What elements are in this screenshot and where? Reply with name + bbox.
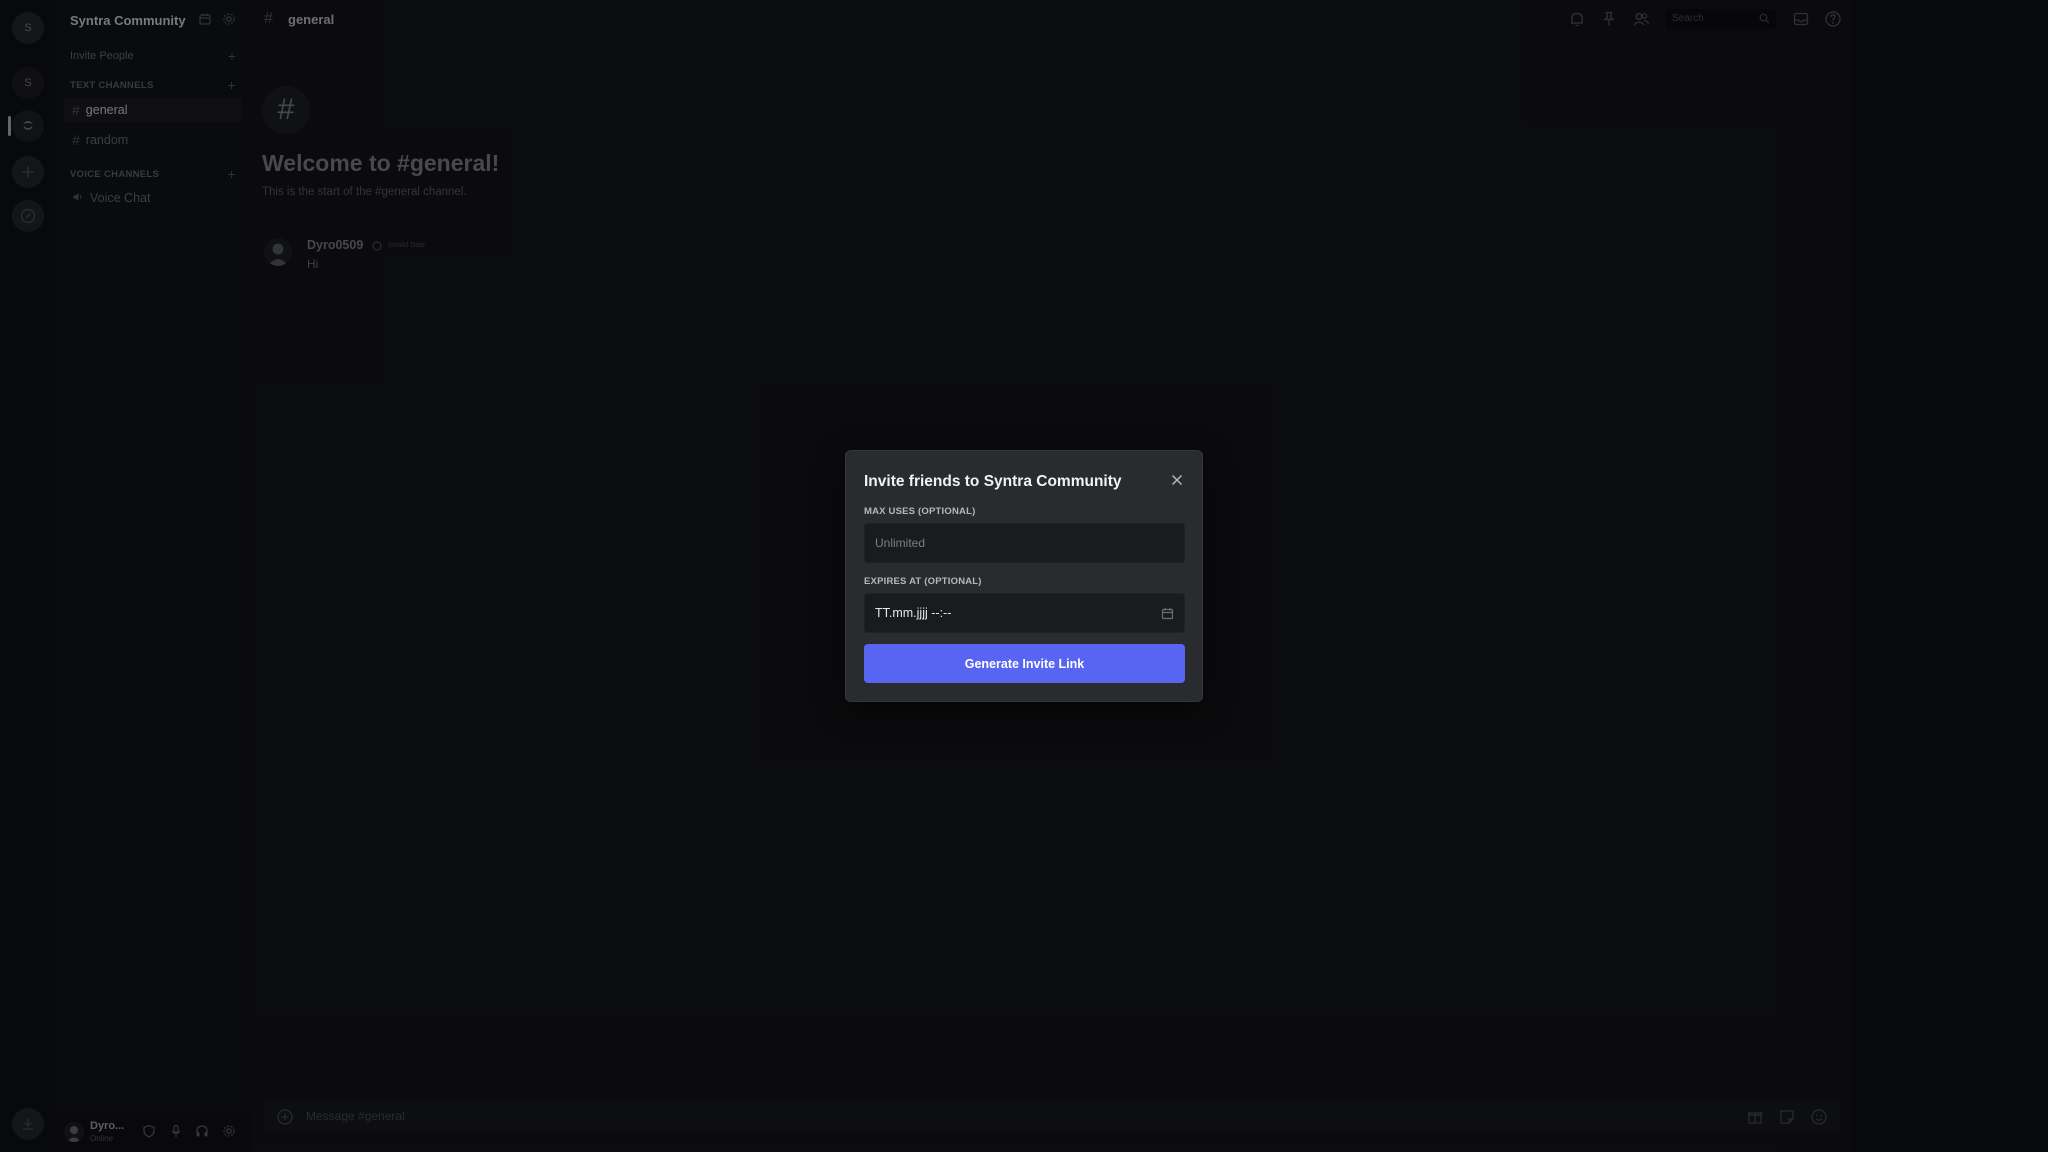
max-uses-input[interactable] (865, 524, 1184, 562)
close-button[interactable] (1168, 471, 1186, 489)
generate-invite-link-button[interactable]: Generate Invite Link (864, 644, 1185, 683)
expires-at-label: EXPIRES AT (OPTIONAL) (864, 576, 982, 587)
close-icon (1171, 474, 1183, 486)
expires-at-field[interactable]: TT.mm.jjjj --:-- (864, 593, 1185, 633)
invite-modal: Invite friends to Syntra Community MAX U… (845, 450, 1203, 702)
app: S S Syntra Community Invite People + TEX… (0, 0, 2048, 1152)
max-uses-label: MAX USES (OPTIONAL) (864, 506, 976, 517)
calendar-icon[interactable] (1161, 607, 1174, 625)
max-uses-field (864, 523, 1185, 563)
expires-at-input[interactable]: TT.mm.jjjj --:-- (875, 606, 951, 620)
modal-title: Invite friends to Syntra Community (864, 473, 1122, 490)
